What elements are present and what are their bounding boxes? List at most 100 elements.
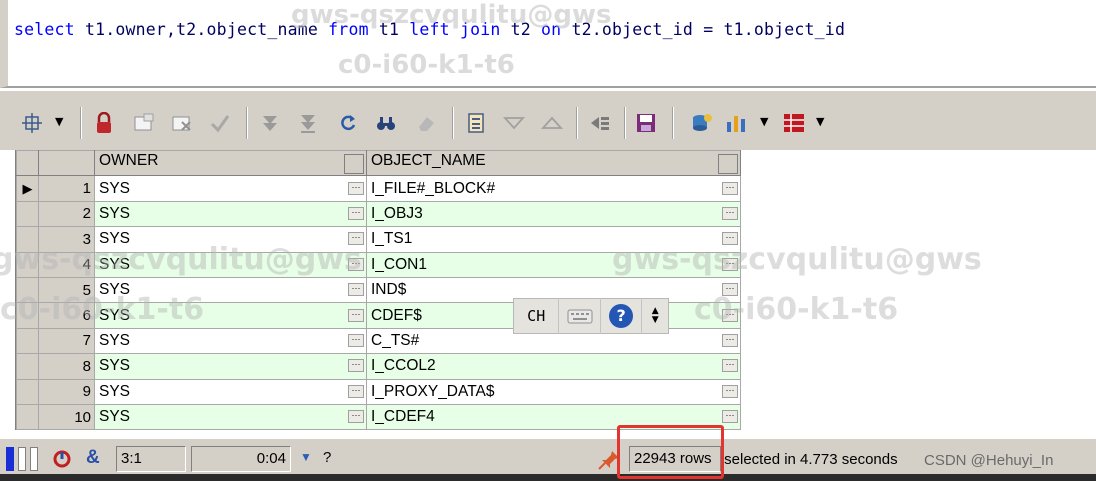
ime-menu-icon[interactable]: ▲ ▼ xyxy=(642,298,668,334)
cell-object-name[interactable]: I_TS1 ··· xyxy=(366,226,741,253)
export-icon[interactable] xyxy=(588,111,612,135)
sql-text-fragment xyxy=(450,20,460,39)
cell-edit-button[interactable]: ··· xyxy=(722,359,738,373)
sql-text[interactable]: select t1.owner,t2.object_name from t1 l… xyxy=(14,20,845,39)
sql-keyword: select xyxy=(14,20,75,39)
fetch-next-icon[interactable] xyxy=(258,111,282,135)
cell-edit-button[interactable]: ··· xyxy=(348,257,364,271)
lock-icon[interactable] xyxy=(92,111,116,135)
fetch-last-icon[interactable] xyxy=(296,111,320,135)
cell-edit-button[interactable]: ··· xyxy=(722,181,738,195)
row-indicator[interactable] xyxy=(16,378,39,405)
table-row[interactable]: 3 SYS ··· I_TS1 ··· xyxy=(16,226,741,253)
cell-edit-button[interactable]: ··· xyxy=(348,410,364,424)
status-message: selected in 4.773 seconds xyxy=(720,451,898,468)
row-indicator[interactable] xyxy=(16,226,39,253)
cell-edit-button[interactable]: ··· xyxy=(348,206,364,220)
table-row[interactable]: 4 SYS ··· I_CON1 ··· xyxy=(16,251,741,278)
query-by-example-icon[interactable] xyxy=(464,111,488,135)
row-indicator[interactable] xyxy=(16,327,39,355)
table-row[interactable]: 2 SYS ··· I_OBJ3 ··· xyxy=(16,200,741,228)
row-indicator[interactable]: ▶ xyxy=(16,175,39,202)
ime-mode-button[interactable]: CH xyxy=(514,298,560,334)
insert-record-icon[interactable] xyxy=(132,111,156,135)
keyboard-icon[interactable] xyxy=(559,298,601,334)
cell-edit-button[interactable]: ··· xyxy=(348,232,364,246)
result-grid[interactable]: OWNER OBJECT_NAME ▶ 1 SYS ··· I_FILE#_BLOCK#… xyxy=(16,149,741,431)
pl-sql-developer-window: select t1.owner,t2.object_name from t1 l… xyxy=(0,0,1096,481)
check-icon[interactable] xyxy=(208,111,232,135)
cell-value: SYS xyxy=(99,204,131,222)
cell-edit-button[interactable]: ··· xyxy=(722,333,738,347)
row-indicator[interactable] xyxy=(16,200,39,228)
table-row[interactable]: 8 SYS ··· I_CCOL2 ··· xyxy=(16,353,741,380)
row-number: 6 xyxy=(38,302,95,329)
cell-owner[interactable]: SYS ··· xyxy=(94,327,367,355)
cell-edit-button[interactable]: ··· xyxy=(348,283,364,297)
chevron-down-icon[interactable]: ▼ xyxy=(816,115,824,128)
row-indicator[interactable] xyxy=(16,302,39,329)
cell-owner[interactable]: SYS ··· xyxy=(94,200,367,228)
current-row-icon: ▶ xyxy=(22,180,33,196)
column-header-owner[interactable]: OWNER xyxy=(94,149,367,177)
refresh-icon[interactable] xyxy=(336,111,360,135)
cell-owner[interactable]: SYS ··· xyxy=(94,403,367,431)
delete-record-icon[interactable] xyxy=(170,111,194,135)
cell-owner[interactable]: SYS ··· xyxy=(94,226,367,253)
cell-owner[interactable]: SYS ··· xyxy=(94,353,367,380)
cell-edit-button[interactable]: ··· xyxy=(722,257,738,271)
grid-layout-icon[interactable] xyxy=(782,111,806,135)
column-sort-button[interactable] xyxy=(344,154,364,175)
find-icon[interactable] xyxy=(374,111,398,135)
cell-owner[interactable]: SYS ··· xyxy=(94,276,367,304)
cell-object-name[interactable]: I_CON1 ··· xyxy=(366,251,741,278)
cell-edit-button[interactable]: ··· xyxy=(722,308,738,322)
triangle-down-icon[interactable] xyxy=(502,111,526,135)
cell-edit-button[interactable]: ··· xyxy=(348,359,364,373)
row-indicator[interactable] xyxy=(16,353,39,380)
cell-edit-button[interactable]: ··· xyxy=(348,333,364,347)
ampersand-icon[interactable]: & xyxy=(86,447,100,469)
row-indicator[interactable] xyxy=(16,403,39,431)
cell-owner[interactable]: SYS ··· xyxy=(94,175,367,202)
cell-value: SYS xyxy=(99,408,131,426)
cell-object-name[interactable]: I_PROXY_DATA$ ··· xyxy=(366,378,741,405)
cell-edit-button[interactable]: ··· xyxy=(348,384,364,398)
help-icon[interactable]: ? xyxy=(601,298,643,334)
table-row[interactable]: 9 SYS ··· I_PROXY_DATA$ ··· xyxy=(16,378,741,405)
cell-owner[interactable]: SYS ··· xyxy=(94,378,367,405)
column-sort-button[interactable] xyxy=(718,154,738,175)
cancel-icon[interactable] xyxy=(52,449,72,473)
cell-edit-button[interactable]: ··· xyxy=(722,410,738,424)
cell-object-name[interactable]: I_CCOL2 ··· xyxy=(366,353,741,380)
clear-icon[interactable] xyxy=(414,111,438,135)
database-icon[interactable] xyxy=(690,111,714,135)
cell-edit-button[interactable]: ··· xyxy=(348,308,364,322)
chevron-down-icon[interactable]: ▼ xyxy=(760,115,768,128)
bar-chart-icon[interactable] xyxy=(724,111,748,135)
triangle-up-icon[interactable] xyxy=(540,111,564,135)
cell-value: IND$ xyxy=(371,281,407,299)
chevron-down-icon[interactable]: ▼ xyxy=(55,115,63,128)
save-icon[interactable] xyxy=(634,111,658,135)
cell-value: I_PROXY_DATA$ xyxy=(371,382,495,400)
cell-owner[interactable]: SYS ··· xyxy=(94,251,367,278)
cell-edit-button[interactable]: ··· xyxy=(722,232,738,246)
column-header-object-name[interactable]: OBJECT_NAME xyxy=(366,149,741,177)
sql-text-fragment: t1 xyxy=(368,20,410,39)
status-help[interactable]: ? xyxy=(323,449,331,466)
triangle-down-icon[interactable]: ▼ xyxy=(300,450,312,464)
sql-editor[interactable]: select t1.owner,t2.object_name from t1 l… xyxy=(0,0,1096,88)
table-row[interactable]: ▶ 1 SYS ··· I_FILE#_BLOCK# ··· xyxy=(16,175,741,202)
cell-object-name[interactable]: I_OBJ3 ··· xyxy=(366,200,741,228)
cell-object-name[interactable]: I_FILE#_BLOCK# ··· xyxy=(366,175,741,202)
row-indicator[interactable] xyxy=(16,276,39,304)
cell-edit-button[interactable]: ··· xyxy=(722,384,738,398)
row-indicator[interactable] xyxy=(16,251,39,278)
cell-edit-button[interactable]: ··· xyxy=(348,181,364,195)
cell-edit-button[interactable]: ··· xyxy=(722,206,738,220)
cell-owner[interactable]: SYS ··· xyxy=(94,302,367,329)
cell-edit-button[interactable]: ··· xyxy=(722,283,738,297)
toolbar-separator xyxy=(80,107,82,139)
pin-icon[interactable] xyxy=(20,111,44,135)
